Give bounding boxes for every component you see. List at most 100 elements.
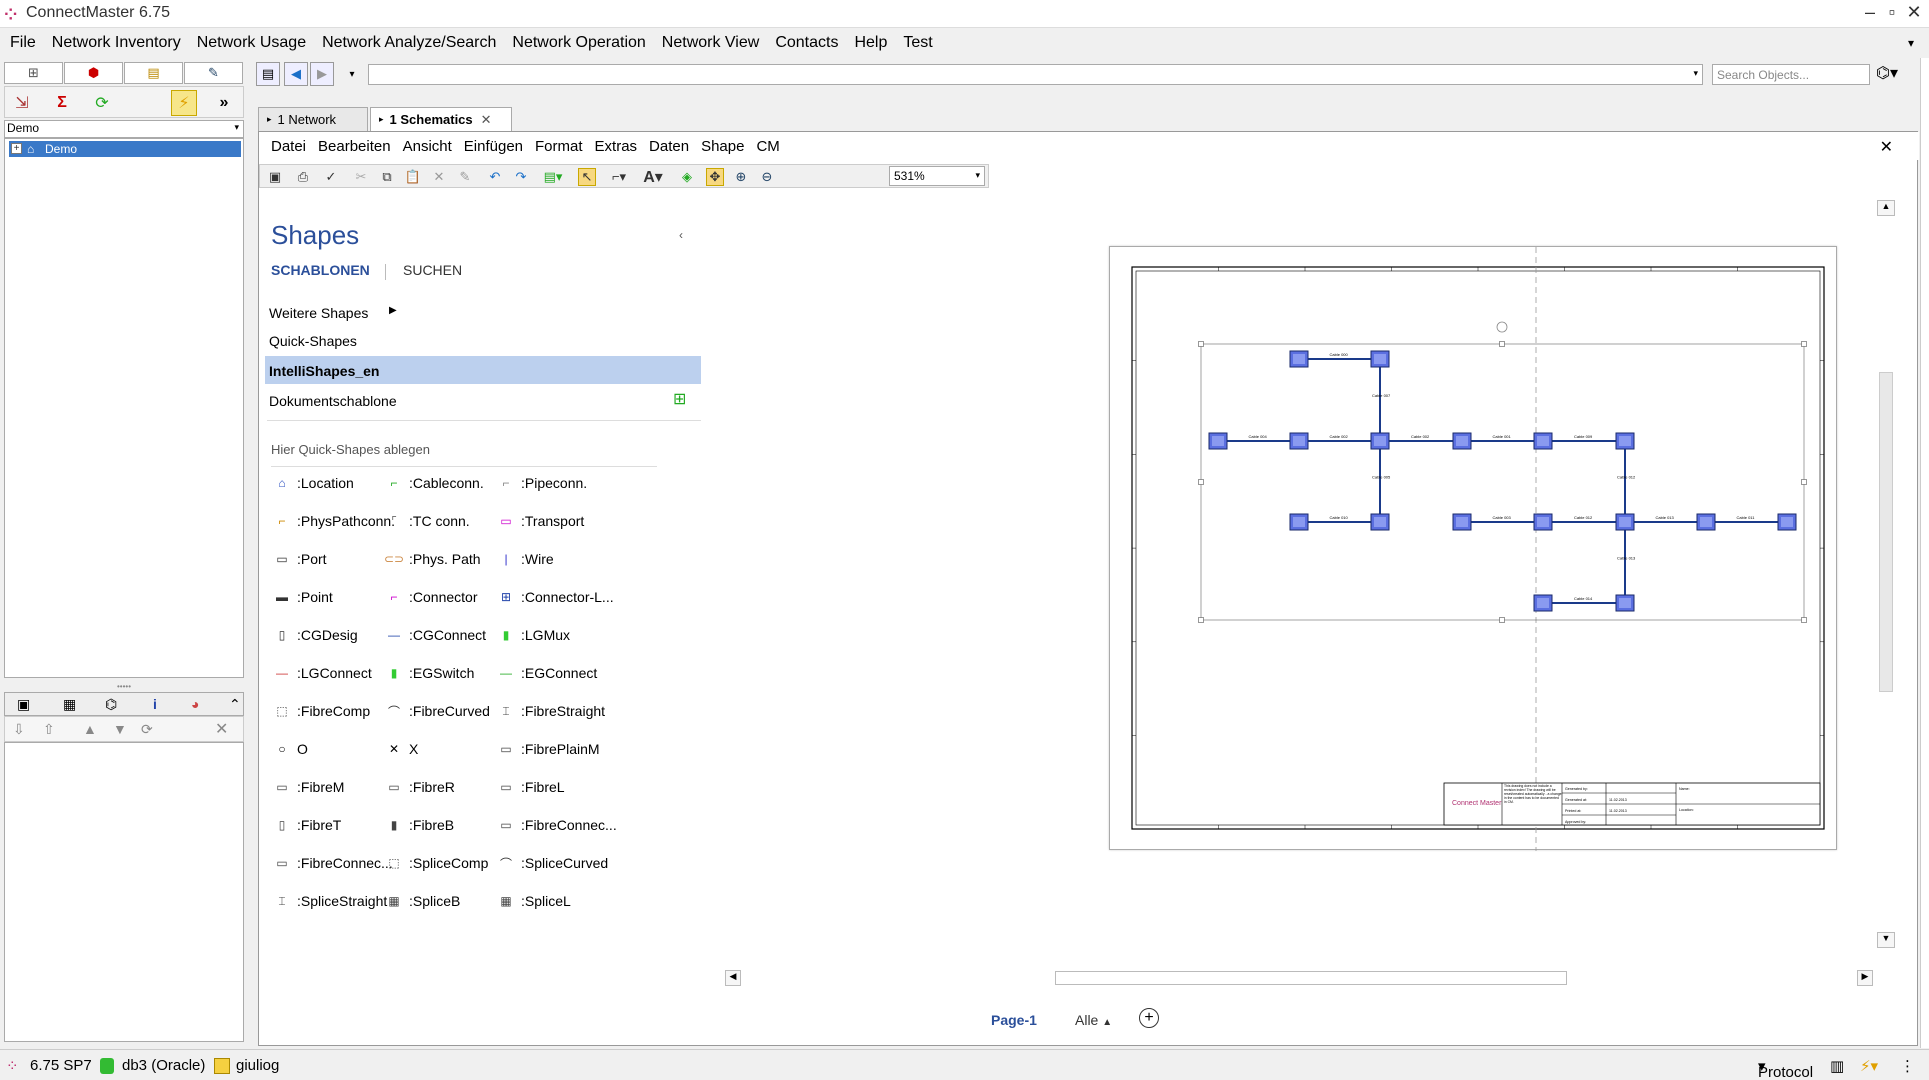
cabinet-node[interactable] — [1208, 432, 1228, 450]
vertical-scroll-thumb[interactable] — [1879, 372, 1893, 692]
cabinet-node[interactable] — [1289, 513, 1309, 531]
menu-network-usage[interactable]: Network Usage — [189, 34, 314, 52]
zoom-in-icon[interactable]: ⊕ — [732, 168, 750, 186]
menu-overflow-icon[interactable]: ▾ — [1900, 36, 1922, 50]
menu-contacts[interactable]: Contacts — [767, 34, 846, 52]
cabinet-node[interactable] — [1533, 432, 1553, 450]
info-icon[interactable]: i — [153, 696, 157, 712]
copy-icon[interactable]: ⧉ — [378, 168, 396, 186]
tab-search[interactable]: SUCHEN — [403, 262, 462, 278]
menu-network-analyze-search[interactable]: Network Analyze/Search — [314, 34, 504, 52]
shape-item[interactable]: ▭:FibreConnec... — [493, 810, 633, 840]
row-more-shapes[interactable]: Weitere Shapes ▶ — [265, 298, 701, 326]
more-icon[interactable]: » — [211, 90, 237, 116]
menu-file[interactable]: File — [2, 34, 44, 52]
back-icon[interactable]: ◀ — [284, 62, 308, 86]
vmenu-cm[interactable]: CM — [750, 138, 785, 155]
zoom-select[interactable]: 531% ▾ — [889, 166, 985, 186]
cabinet-node[interactable] — [1289, 350, 1309, 368]
page-tab[interactable]: Page-1 — [991, 1012, 1037, 1028]
shape-item[interactable]: ⌒:SpliceCurved — [493, 848, 633, 878]
tab-red-icon[interactable]: ⬢ — [64, 62, 123, 84]
vmenu-shape[interactable]: Shape — [695, 138, 750, 155]
view-icon[interactable]: ▤ — [256, 62, 280, 86]
shape-item[interactable]: ▭:FibrePlainM — [493, 734, 633, 764]
expand-icon[interactable]: + — [11, 143, 22, 154]
lightning-icon[interactable]: ⚡ — [171, 90, 197, 116]
cabinet-node[interactable] — [1370, 350, 1390, 368]
vmenu-einfuegen[interactable]: Einfügen — [458, 138, 529, 155]
status-menu-icon[interactable]: ⋮ — [1900, 1057, 1915, 1075]
tab-tools-icon[interactable]: ✎ — [184, 62, 243, 84]
cabinet-node[interactable] — [1777, 513, 1797, 531]
sum-icon[interactable]: Σ — [49, 90, 75, 116]
export-icon[interactable]: ⇧ — [43, 721, 55, 738]
cabinet-node[interactable] — [1696, 513, 1716, 531]
cabinet-node[interactable] — [1452, 513, 1472, 531]
address-dropdown-icon[interactable]: ▾ — [1693, 68, 1698, 79]
down-icon[interactable]: ▼ — [113, 721, 127, 737]
vmenu-ansicht[interactable]: Ansicht — [397, 138, 458, 155]
horizontal-scrollbar[interactable]: ◀ ▶ — [725, 970, 1873, 988]
drawing-canvas[interactable]: Cable 000 Cable 007 Cable 004 Cable 002 Cabl… — [721, 194, 1909, 972]
cut-icon[interactable]: ✂ — [352, 168, 370, 186]
tree-view[interactable]: + ⌂ Demo — [4, 138, 244, 678]
tab-network[interactable]: ▸ 1 Network — [258, 107, 368, 131]
close-window-icon[interactable]: ✕ — [1904, 2, 1924, 23]
cabinet-node[interactable] — [1615, 432, 1635, 450]
vmenu-extras[interactable]: Extras — [589, 138, 644, 155]
vmenu-format[interactable]: Format — [529, 138, 589, 155]
shape-item[interactable]: ▮:LGMux — [493, 620, 633, 650]
import-icon[interactable]: ⇩ — [13, 721, 25, 738]
refresh-icon[interactable]: ⟳ — [89, 90, 115, 116]
menu-network-operation[interactable]: Network Operation — [504, 34, 653, 52]
cabinet-node[interactable] — [1533, 594, 1553, 612]
search-input[interactable]: Search Objects... — [1712, 64, 1870, 85]
cabinet-node[interactable] — [1452, 432, 1472, 450]
paste-icon[interactable]: 📋 — [404, 168, 422, 186]
clear-icon[interactable]: ✕ — [215, 719, 228, 739]
scroll-down-icon[interactable]: ▼ — [1877, 932, 1895, 948]
horizontal-scroll-thumb[interactable] — [1055, 971, 1567, 985]
table-icon[interactable]: ▦ — [63, 696, 76, 713]
forward-icon[interactable]: ▶ — [310, 62, 334, 86]
vmenu-datei[interactable]: Datei — [265, 138, 312, 155]
shape-item[interactable]: ▭:FibreL — [493, 772, 633, 802]
scroll-up-icon[interactable]: ▲ — [1877, 200, 1895, 216]
undo-icon[interactable]: ↶ — [486, 168, 504, 186]
zoom-out-icon[interactable]: ⊖ — [758, 168, 776, 186]
cabinet-node[interactable] — [1533, 513, 1553, 531]
minimize-icon[interactable]: – — [1860, 2, 1880, 23]
tree-filter-icon[interactable]: ⇲ — [9, 90, 35, 116]
row-intellishapes[interactable]: IntelliShapes_en — [265, 356, 701, 384]
tab-schematics[interactable]: ▸ 1 Schematics ✕ — [370, 107, 512, 131]
bag-icon[interactable]: ▣ — [17, 696, 30, 713]
layer-icon[interactable]: ◈ — [678, 168, 696, 186]
connector-tool-icon[interactable]: ⌐▾ — [610, 168, 628, 186]
print-icon[interactable]: ⎙ — [294, 168, 312, 186]
address-field[interactable]: ▾ — [368, 64, 1703, 85]
tab-templates[interactable]: SCHABLONEN — [271, 262, 370, 278]
history-dropdown-icon[interactable]: ▾ — [340, 62, 364, 86]
scroll-right-icon[interactable]: ▶ — [1857, 970, 1873, 986]
shape-item[interactable]: ▦:SpliceL — [493, 886, 633, 916]
insert-shape-icon[interactable]: ▤▾ — [544, 168, 563, 186]
shape-item[interactable]: |:Wire — [493, 544, 633, 574]
menu-test[interactable]: Test — [895, 34, 940, 52]
sync-icon[interactable]: ⟳ — [141, 721, 153, 738]
binoculars-search-icon[interactable]: ⌬▾ — [1876, 63, 1898, 83]
vertical-scrollbar[interactable]: ▲ ▼ — [1877, 192, 1899, 952]
lightning-status-icon[interactable]: ⚡▾ — [1860, 1057, 1878, 1075]
pan-icon[interactable]: ✥ — [706, 168, 724, 186]
tab-close-icon[interactable]: ✕ — [481, 112, 492, 128]
scroll-left-icon[interactable]: ◀ — [725, 970, 741, 986]
menu-help[interactable]: Help — [846, 34, 895, 52]
shape-item[interactable]: ▭:Transport — [493, 506, 633, 536]
cabinet-node[interactable] — [1370, 513, 1390, 531]
vmenu-bearbeiten[interactable]: Bearbeiten — [312, 138, 397, 155]
vmenu-daten[interactable]: Daten — [643, 138, 695, 155]
tab-tree-icon[interactable]: ⊞ — [4, 62, 63, 84]
shape-item[interactable]: —:EGConnect — [493, 658, 633, 688]
collapse-icon[interactable]: ⌃ — [229, 696, 241, 713]
cabinet-node[interactable] — [1615, 513, 1635, 531]
